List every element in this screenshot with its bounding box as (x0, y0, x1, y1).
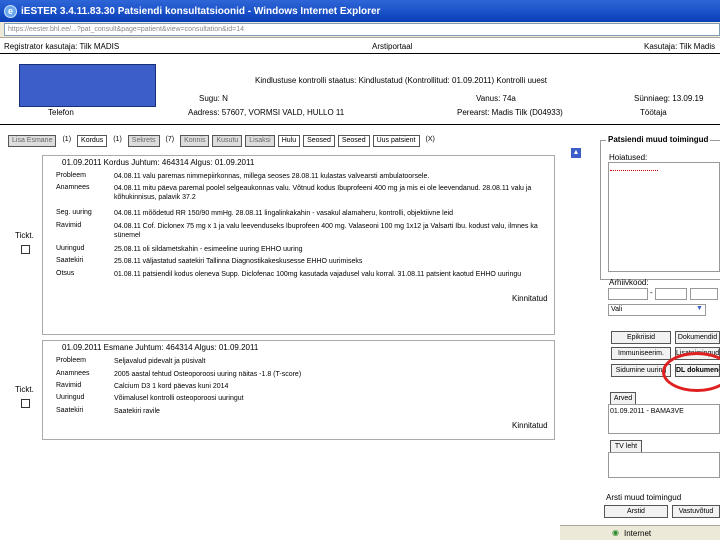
row-label: Saatekiri (56, 257, 84, 264)
tab-konnis[interactable]: Konnis (180, 135, 210, 147)
tab-count: (7) (165, 136, 175, 143)
dokumendid-button[interactable]: Dokumendid (675, 331, 720, 344)
row-label: Probleem (56, 357, 86, 364)
signed-status: Kinnitatud (512, 421, 548, 430)
row-text: 04.08.11 mõõdetud RR 150/90 mmHg. 28.08.… (114, 210, 454, 217)
row-text: 25.08.11 väljastatud saatekiri Tallinna … (114, 258, 363, 265)
arhiivkood-input-1[interactable] (608, 288, 648, 300)
tab-kordus[interactable]: Kordus (77, 135, 108, 147)
window-titlebar: e iESTER 3.4.11.83.30 Patsiendi konsulta… (0, 0, 720, 22)
patient-gp: Perearst: Madis Tilk (D04933) (457, 108, 563, 117)
row-label: Uuringud (56, 394, 85, 401)
consult-checkbox[interactable] (21, 399, 30, 408)
scroll-up-icon[interactable]: ▲ (571, 148, 581, 158)
globe-icon: ◉ (612, 528, 619, 537)
vastuvotud-button[interactable]: Vastuvõtud (672, 505, 720, 518)
patient-employer: Töötaja (640, 108, 667, 117)
patient-phone: Telefon (48, 108, 74, 117)
row-label: Probleem (56, 172, 86, 179)
arved-item[interactable]: 01.09.2011 - BAMA3VE (610, 408, 684, 415)
tab-count: (1) (113, 136, 122, 143)
row-text: Saatekiri ravile (114, 408, 160, 415)
tab-hulu[interactable]: Hulu (277, 135, 301, 147)
dash: - (650, 288, 653, 297)
url-input[interactable]: https://eester.bhl.ee/...?pat_consult&pa… (4, 23, 720, 36)
status-bar: ◉ Internet (560, 525, 720, 540)
arhiivkood-label: Arhiivkood: (609, 278, 649, 287)
ie-icon: e (4, 4, 17, 18)
logged-user: Registrator kasutaja: Tilk MADIS (4, 42, 120, 51)
hoiatused-textarea[interactable] (608, 162, 720, 272)
patient-address: Aadress: 57607, VORMSI VALD, HULLO 11 (188, 108, 345, 117)
portal-title: Arstiportaal (372, 42, 413, 51)
muud-toimingud-label: Arsti muud toimingud (606, 493, 682, 502)
tab-count: (1) (62, 136, 72, 143)
patient-birthdate: Sünniaeg: 13.09.19 (634, 94, 704, 103)
address-bar: https://eester.bhl.ee/...?pat_consult&pa… (0, 22, 720, 38)
tick-label: Tickt. (15, 385, 34, 394)
row-text: Seljavalud pidevalt ja püsivalt (114, 358, 206, 365)
epikriisid-button[interactable]: Epikriisid (611, 331, 671, 344)
redacted-patient-name (19, 64, 156, 107)
divider (0, 124, 720, 125)
tab-close[interactable]: (X) (423, 135, 438, 147)
tick-label: Tickt. (15, 231, 34, 240)
top-info-bar: Registrator kasutaja: Tilk MADIS Arstipo… (0, 38, 720, 54)
consult-header: 01.09.2011 Kordus Juhtum: 464314 Algus: … (62, 158, 255, 167)
chevron-down-icon[interactable]: ▼ (696, 305, 703, 312)
tab-seosed-2[interactable]: Seosed (337, 135, 370, 147)
row-text: 04.08.11 valu paremas nimmepiirkonnas, m… (114, 173, 430, 180)
row-text: 04.08.11 mitu päeva paremal poolel selge… (114, 185, 532, 201)
row-text: 2005 aastal tehtud Osteoporoosi uuring n… (114, 371, 302, 378)
spell-underline (610, 170, 658, 171)
arhiivkood-input-3[interactable] (690, 288, 718, 300)
sidebar-title: Patsiendi muud toimingud (606, 135, 711, 144)
row-text: Võimalusel kontrolli osteoporoosi uuring… (114, 395, 244, 402)
row-label: Anamnees (56, 370, 90, 377)
row-label: Anamnees (56, 184, 90, 191)
tab-sekrets[interactable]: Sekrets (127, 135, 160, 147)
patient-sex: Sugu: N (199, 94, 228, 103)
row-text: 04.08.11 Cof. Diclonex 75 mg x 1 ja valu… (114, 223, 538, 239)
arstid-button[interactable]: Arstid (604, 505, 668, 518)
row-label: Otsus (56, 270, 75, 277)
row-text: 01.08.11 patsiendil kodus oleneva Supp. … (114, 271, 522, 278)
hoiatused-label: Hoiatused: (609, 153, 648, 162)
row-text: 25.08.11 oli sildametskahin - esimeeline… (114, 246, 303, 253)
consult-checkbox[interactable] (21, 245, 30, 254)
patient-age: Vanus: 74a (476, 94, 516, 103)
arhiivkood-input-2[interactable] (655, 288, 687, 300)
row-label: Ravimid (56, 222, 82, 229)
current-user: Kasutaja: Tilk Madis (644, 42, 716, 51)
tab-uus-patsient[interactable]: Uus patsient (372, 135, 420, 147)
arhiivkood-select[interactable]: Vali (608, 304, 706, 316)
tv-leht-box (608, 452, 720, 478)
row-label: Uuringud (56, 245, 85, 252)
tab-kusutu[interactable]: Kusutu (212, 135, 243, 147)
zone-label: Internet (624, 529, 652, 538)
row-label: Ravimid (56, 382, 82, 389)
tab-lisaksi[interactable]: Lisaksi (245, 135, 275, 147)
row-label: Seg. uuring (56, 209, 92, 216)
immuniseerimised-button[interactable]: Immuniseerim. (611, 347, 671, 360)
tab-seosed[interactable]: Seosed (303, 135, 335, 147)
row-label: Saatekiri (56, 407, 84, 414)
consult-header: 01.09.2011 Esmane Juhtum: 464314 Algus: … (62, 343, 259, 352)
row-text: Calcium D3 1 kord päevas kuni 2014 (114, 383, 229, 390)
consult-tabs: Lisa Esmane (1) Kordus (1) Sekrets (7) K… (8, 135, 438, 147)
window-title: iESTER 3.4.11.83.30 Patsiendi konsultats… (21, 5, 381, 17)
insurance-status[interactable]: Kindlustuse kontrolli staatus: Kindlusta… (255, 76, 547, 85)
tab-lisa-esmane[interactable]: Lisa Esmane (8, 135, 57, 147)
signed-status: Kinnitatud (512, 294, 548, 303)
